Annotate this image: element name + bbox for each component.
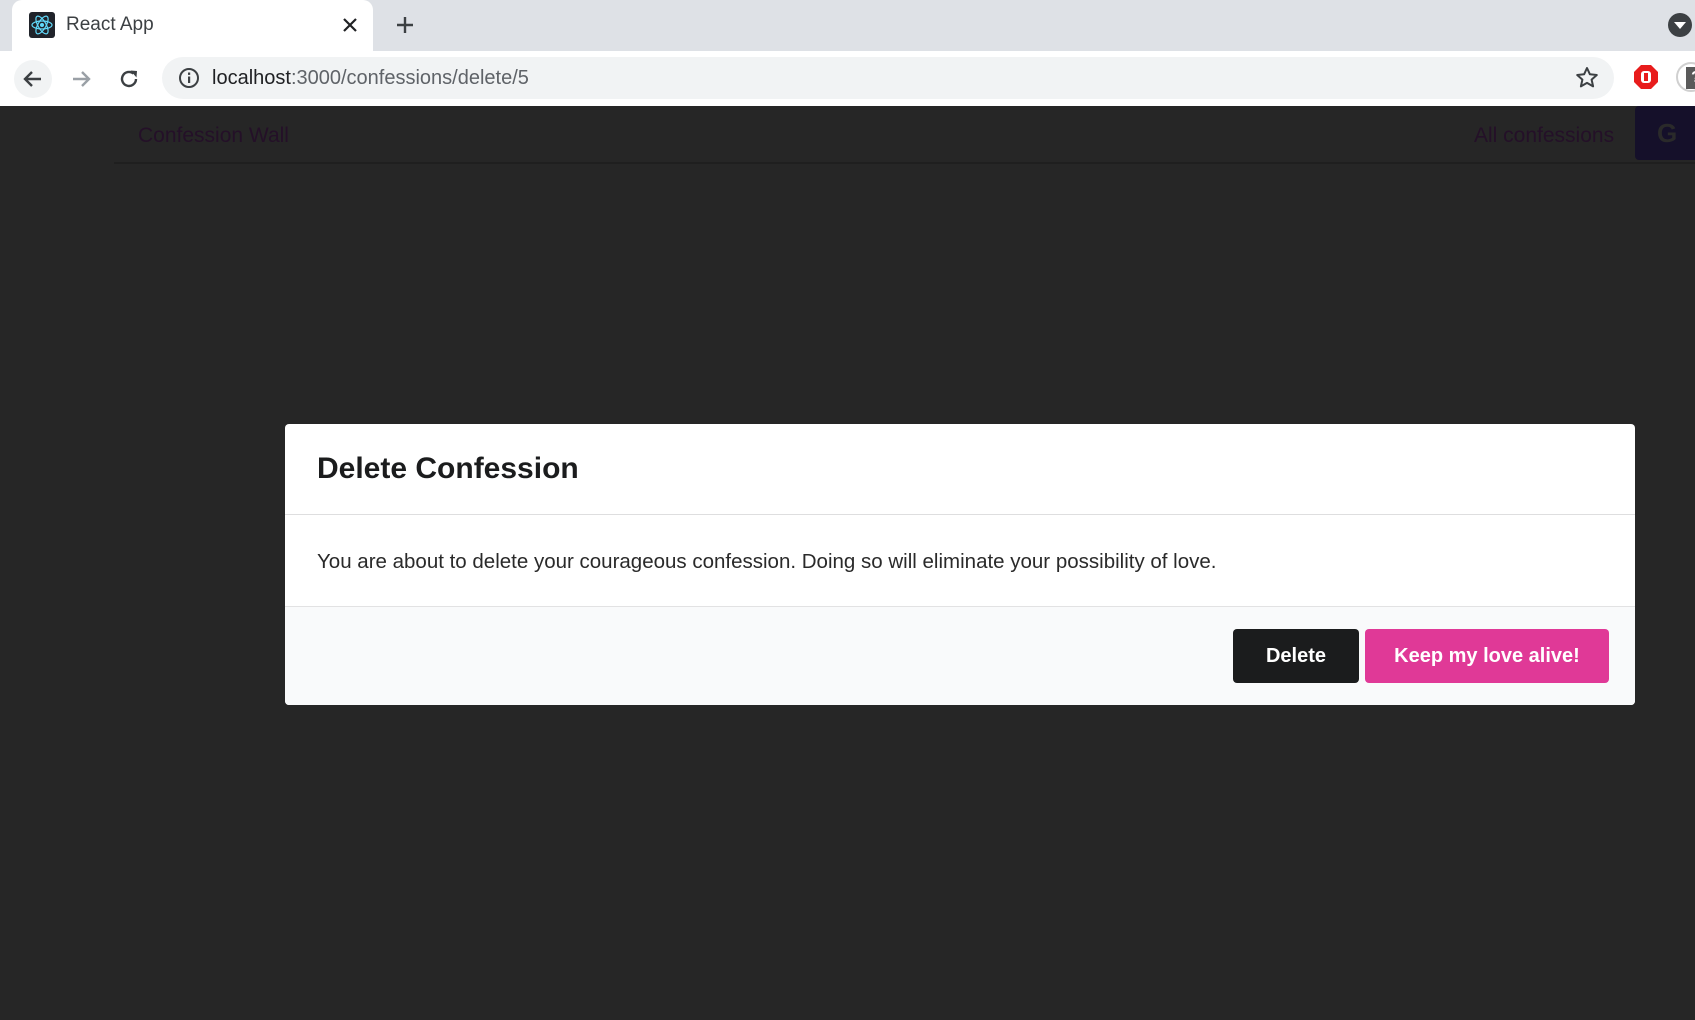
url-text: localhost:3000/confessions/delete/5 bbox=[212, 67, 529, 90]
modal-header: Delete Confession bbox=[285, 424, 1635, 515]
star-icon[interactable] bbox=[1574, 65, 1600, 91]
adblock-icon[interactable] bbox=[1632, 63, 1660, 91]
modal-title: Delete Confession bbox=[317, 452, 579, 485]
nav-all-confessions-link[interactable]: All confessions bbox=[1474, 124, 1614, 148]
plus-icon[interactable] bbox=[390, 10, 420, 40]
google-signin-button[interactable]: G bbox=[1635, 106, 1695, 160]
delete-button[interactable]: Delete bbox=[1233, 629, 1359, 683]
url-path: :3000/confessions/delete/5 bbox=[290, 67, 529, 89]
modal-content: You are about to delete your courageous … bbox=[285, 515, 1635, 607]
close-icon[interactable] bbox=[335, 10, 365, 40]
modal-message: You are about to delete your courageous … bbox=[317, 550, 1217, 573]
arrow-right-icon[interactable] bbox=[62, 60, 100, 98]
tab-title: React App bbox=[66, 14, 154, 35]
reload-icon[interactable] bbox=[110, 60, 148, 98]
info-icon[interactable] bbox=[178, 67, 200, 89]
browser-tabstrip: React App bbox=[0, 0, 1695, 51]
chevron-down-icon[interactable] bbox=[1667, 12, 1693, 38]
address-bar[interactable]: localhost:3000/confessions/delete/5 bbox=[162, 57, 1614, 99]
arrow-left-icon[interactable] bbox=[14, 60, 52, 98]
react-logo-icon bbox=[29, 12, 55, 38]
site-navbar: Confession Wall All confessions G bbox=[114, 106, 1695, 164]
browser-toolbar: localhost:3000/confessions/delete/5 bbox=[0, 51, 1695, 106]
modal-actions: Delete Keep my love alive! bbox=[285, 607, 1635, 705]
keep-love-alive-button[interactable]: Keep my love alive! bbox=[1365, 629, 1609, 683]
nav-brand-link[interactable]: Confession Wall bbox=[138, 124, 289, 148]
browser-tab[interactable]: React App bbox=[12, 0, 373, 51]
delete-confession-modal: Delete Confession You are about to delet… bbox=[285, 424, 1635, 705]
google-icon: G bbox=[1657, 118, 1678, 148]
url-host: localhost bbox=[212, 67, 291, 89]
